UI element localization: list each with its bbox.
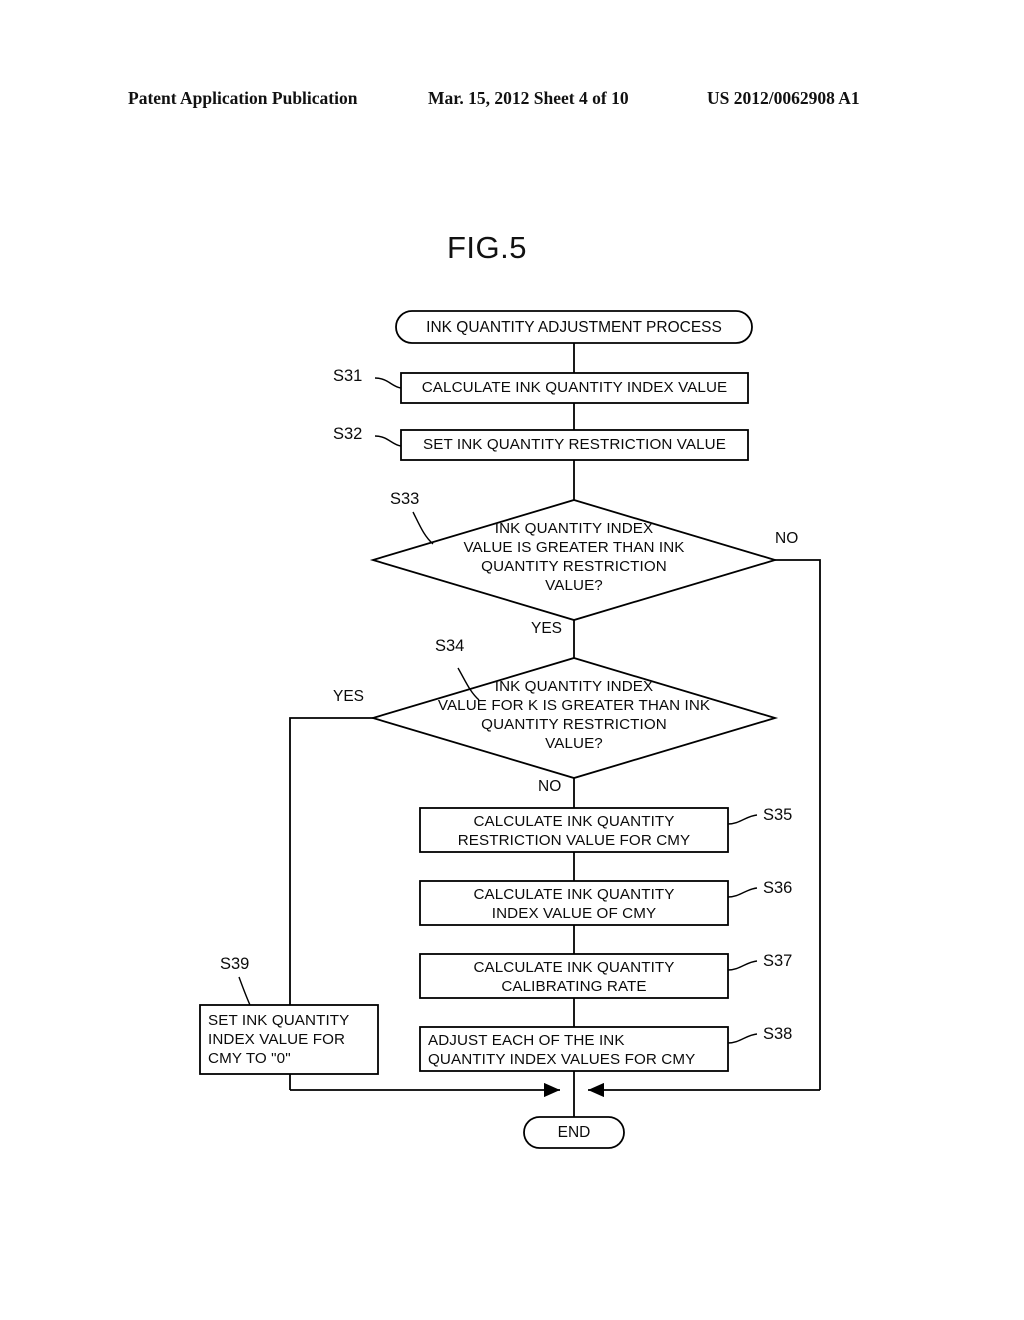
step-label-S33: S33 <box>390 490 420 508</box>
leader-S32 <box>374 435 402 447</box>
step-box-S32 <box>400 429 749 461</box>
leader-S33 <box>412 511 434 545</box>
step-box-S36 <box>419 880 729 926</box>
step-box-S37 <box>419 953 729 999</box>
start-terminator-label: INK QUANTITY ADJUSTMENT PROCESS <box>426 319 722 336</box>
step-label-S39: S39 <box>220 955 250 973</box>
branch-label-s33-yes: YES <box>531 620 563 637</box>
decision-diamond-S34 <box>369 657 779 779</box>
leader-S39 <box>238 976 251 1006</box>
step-label-S35: S35 <box>763 806 793 824</box>
branch-label-s34-yes: YES <box>333 688 365 705</box>
step-label-S31: S31 <box>333 367 363 385</box>
step-box-S39 <box>199 1004 379 1075</box>
leader-S31 <box>374 377 402 389</box>
step-label-S32: S32 <box>333 425 363 443</box>
leader-S35 <box>727 814 758 825</box>
patent-page: Patent Application Publication Mar. 15, … <box>0 0 1024 1320</box>
leader-S37 <box>727 960 758 971</box>
connector-s33-no-branch <box>775 559 821 1090</box>
step-box-S35 <box>419 807 729 853</box>
step-label-S37: S37 <box>763 952 793 970</box>
branch-label-s33-no: NO <box>775 530 799 547</box>
flowchart-diagram <box>199 310 821 1149</box>
decision-diamond-S33 <box>369 499 779 621</box>
step-label-S38: S38 <box>763 1025 793 1043</box>
step-label-S34: S34 <box>435 637 465 655</box>
connector-s34-yes-branch <box>289 717 373 1005</box>
leader-S34 <box>457 667 480 701</box>
step-box-S38 <box>419 1026 729 1072</box>
end-terminator-label: END <box>557 1124 591 1141</box>
step-label-S36: S36 <box>763 879 793 897</box>
branch-label-s34-no: NO <box>538 778 562 795</box>
leader-S36 <box>727 887 758 898</box>
step-box-S31 <box>400 372 749 404</box>
leader-S38 <box>727 1033 758 1044</box>
